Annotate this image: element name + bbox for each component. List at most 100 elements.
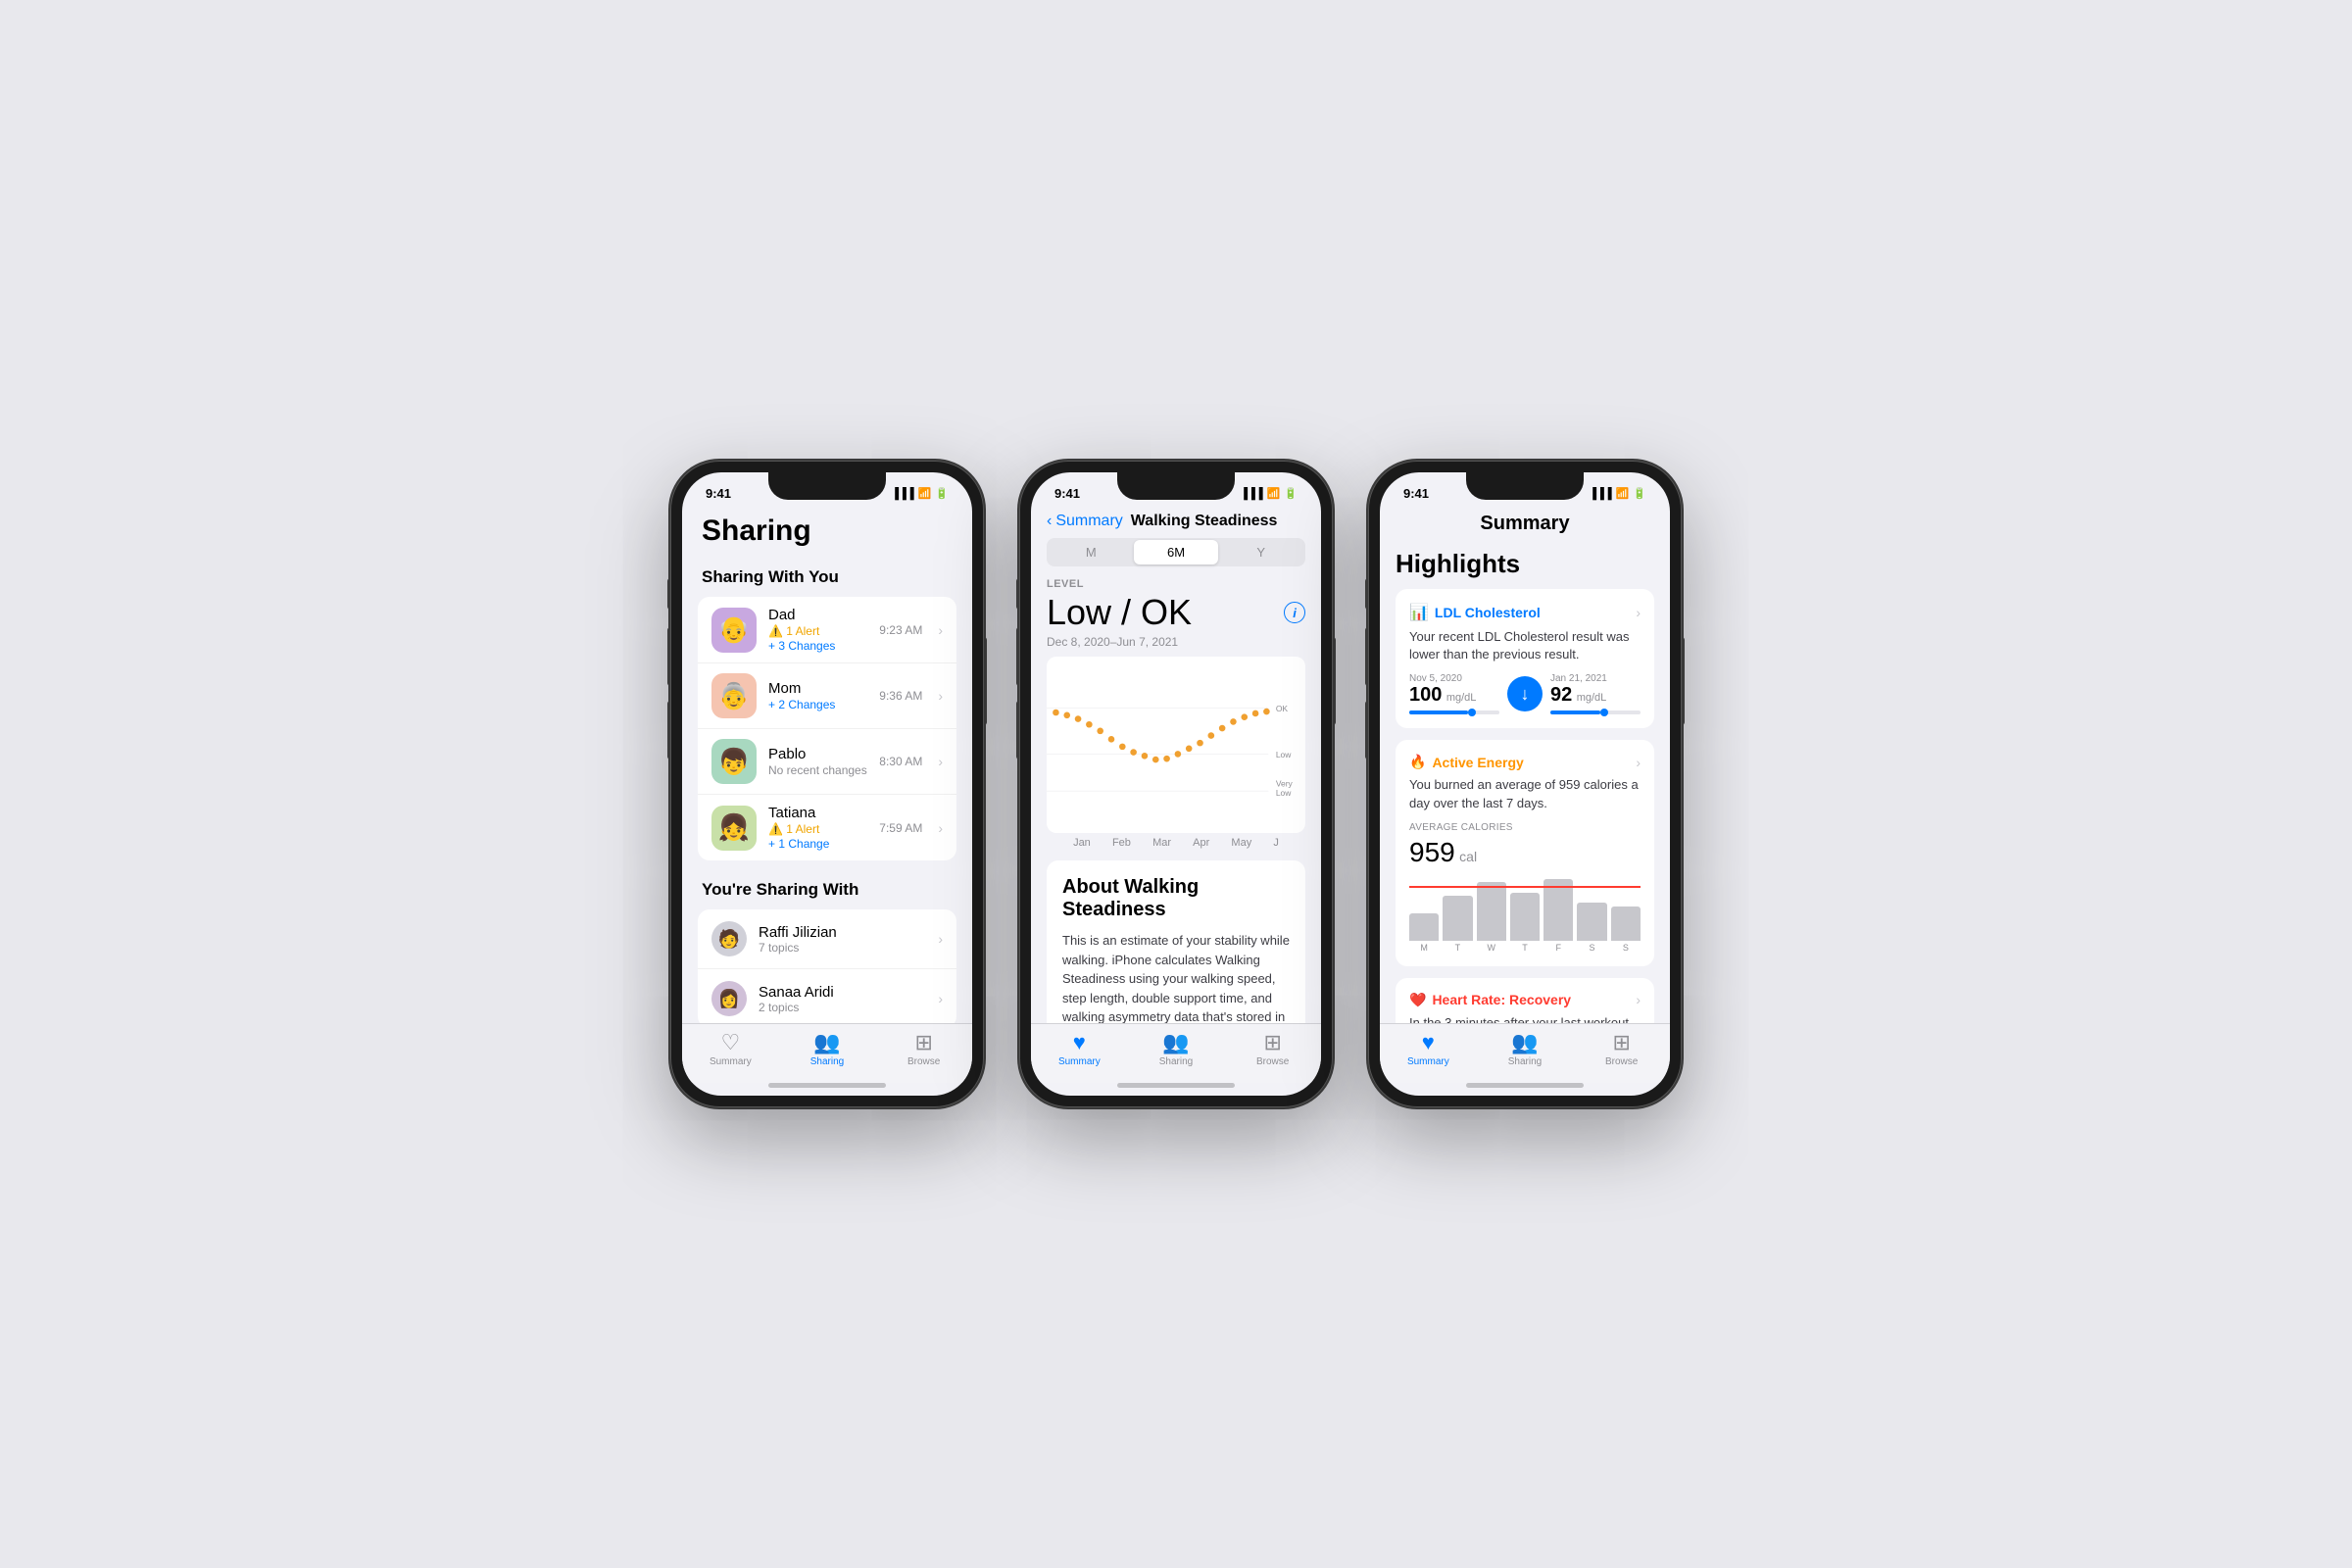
ldl-card[interactable]: 📊 LDL Cholesterol › Your recent LDL Chol…	[1396, 589, 1654, 728]
tab-sharing-phone1[interactable]: 👥 Sharing	[779, 1032, 876, 1067]
tab-browse-phone1[interactable]: ⊞ Browse	[875, 1032, 972, 1067]
about-text: This is an estimate of your stability wh…	[1062, 931, 1290, 1023]
ldl-bar2	[1550, 710, 1641, 714]
sharing-raffi[interactable]: 🧑 Raffi Jilizian 7 topics ›	[698, 909, 956, 969]
time-btn-y[interactable]: Y	[1218, 540, 1303, 564]
signal-icon-3: ▐▐▐	[1589, 488, 1611, 500]
tab-bar-phone3: ♥ Summary 👥 Sharing ⊞ Browse	[1380, 1023, 1670, 1083]
ldl-date2: Jan 21, 2021	[1550, 673, 1641, 684]
ldl-unit2: mg/dL	[1577, 692, 1607, 704]
day-t2: T	[1510, 943, 1540, 953]
changes-badge-mom: + 2 Changes	[768, 698, 835, 711]
day-f: F	[1544, 943, 1573, 953]
back-label[interactable]: Summary	[1055, 513, 1122, 530]
home-indicator-phone2	[1117, 1083, 1235, 1088]
ldl-icon: 📊	[1409, 603, 1429, 622]
tab-browse-icon-phone2: ⊞	[1263, 1032, 1281, 1054]
calorie-unit: cal	[1459, 849, 1477, 864]
tab-summary-phone1[interactable]: ♡ Summary	[682, 1032, 779, 1067]
volume-up-btn	[667, 627, 670, 686]
average-line	[1409, 886, 1641, 888]
contact-changes-mom: + 2 Changes	[768, 698, 867, 711]
ws-page-title: Walking Steadiness	[1131, 513, 1278, 530]
contact-info-mom: Mom + 2 Changes	[768, 680, 867, 711]
active-energy-name-text: Active Energy	[1432, 755, 1523, 770]
tab-sharing-phone3[interactable]: 👥 Sharing	[1477, 1032, 1574, 1067]
chevron-heart: ›	[1636, 992, 1641, 1007]
youre-sharing-with-list: 🧑 Raffi Jilizian 7 topics › 👩 Sanaa Arid…	[698, 909, 956, 1023]
time-btn-6m[interactable]: 6M	[1134, 540, 1219, 564]
info-icon[interactable]: i	[1284, 602, 1305, 623]
tab-browse-icon-phone1: ⊞	[914, 1032, 932, 1054]
contact-name-tatiana: Tatiana	[768, 805, 867, 821]
sharing-sanaa[interactable]: 👩 Sanaa Aridi 2 topics ›	[698, 969, 956, 1023]
day-s2: S	[1611, 943, 1641, 953]
silent-switch-3	[1365, 578, 1368, 610]
contact-name-pablo: Pablo	[768, 746, 867, 762]
active-energy-card[interactable]: 🔥 Active Energy › You burned an average …	[1396, 740, 1654, 965]
ldl-dot2	[1600, 709, 1608, 716]
contact-time-dad: 9:23 AM	[879, 623, 922, 637]
x-label-may: May	[1231, 837, 1251, 849]
time-btn-m[interactable]: M	[1049, 540, 1134, 564]
active-energy-icon: 🔥	[1409, 754, 1426, 770]
chevron-mom: ›	[938, 688, 943, 704]
tab-summary-phone3[interactable]: ♥ Summary	[1380, 1032, 1477, 1067]
tab-summary-phone2[interactable]: ♥ Summary	[1031, 1032, 1128, 1067]
avatar-tatiana: 👧	[711, 806, 757, 851]
ldl-bar1	[1409, 710, 1499, 714]
avatar-mom: 👵	[711, 673, 757, 718]
active-energy-desc: You burned an average of 959 calories a …	[1409, 776, 1641, 811]
phone-3-screen: 9:41 ▐▐▐ 📶 🔋 Summary Highlights 📊	[1380, 472, 1670, 1096]
phone-2-content: ‹ Summary Walking Steadiness M 6M Y LEVE…	[1031, 505, 1321, 1096]
tab-browse-phone3[interactable]: ⊞ Browse	[1573, 1032, 1670, 1067]
bar-s2	[1611, 906, 1641, 941]
ws-scroll[interactable]: M 6M Y LEVEL Low / OK i Dec 8, 2020–Jun …	[1031, 538, 1321, 1023]
phone-2: 9:41 ▐▐▐ 📶 🔋 ‹ Summary Walking Steadines…	[1019, 461, 1333, 1107]
contact-mom[interactable]: 👵 Mom + 2 Changes 9:36 AM ›	[698, 663, 956, 729]
phone-1: 9:41 ▐▐▐ 📶 🔋 Sharing Sharing With You 👴	[670, 461, 984, 1107]
battery-icon-3: 🔋	[1633, 487, 1646, 500]
contact-pablo[interactable]: 👦 Pablo No recent changes 8:30 AM ›	[698, 729, 956, 795]
heart-rate-header: ❤️ Heart Rate: Recovery ›	[1409, 992, 1641, 1008]
tab-browse-phone2[interactable]: ⊞ Browse	[1224, 1032, 1321, 1067]
phone-3-content: Summary Highlights 📊 LDL Cholesterol › Y…	[1380, 505, 1670, 1096]
battery-icon-2: 🔋	[1284, 487, 1298, 500]
sharing-scroll[interactable]: Sharing Sharing With You 👴 Dad ⚠️ 1 Aler…	[682, 505, 972, 1023]
signal-icon-2: ▐▐▐	[1240, 488, 1262, 500]
contact-tatiana[interactable]: 👧 Tatiana ⚠️ 1 Alert + 1 Change 7:5	[698, 795, 956, 860]
tab-sharing-phone2[interactable]: 👥 Sharing	[1128, 1032, 1225, 1067]
contact-time-pablo: 8:30 AM	[879, 755, 922, 768]
name-sanaa: Sanaa Aridi	[759, 984, 922, 1001]
contact-name-dad: Dad	[768, 607, 867, 623]
day-w: W	[1477, 943, 1506, 953]
tab-summary-icon-phone1: ♡	[720, 1032, 740, 1054]
x-label-jan: Jan	[1073, 837, 1091, 849]
calorie-value: 959	[1409, 837, 1455, 867]
about-section: About Walking Steadiness This is an esti…	[1047, 860, 1305, 1023]
tab-summary-label-phone1: Summary	[710, 1056, 752, 1067]
active-energy-name: 🔥 Active Energy	[1409, 754, 1524, 770]
highlights-title: Highlights	[1380, 545, 1670, 589]
ldl-after: Jan 21, 2021 92 mg/dL	[1550, 673, 1641, 714]
ldl-unit1: mg/dL	[1446, 692, 1477, 704]
battery-icon: 🔋	[935, 487, 949, 500]
name-raffi: Raffi Jilizian	[759, 924, 922, 941]
avatar-pablo: 👦	[711, 739, 757, 784]
heart-rate-card[interactable]: ❤️ Heart Rate: Recovery › In the 3 minut…	[1396, 978, 1654, 1023]
signal-icon: ▐▐▐	[891, 488, 913, 500]
contact-alert-tatiana: ⚠️ 1 Alert	[768, 822, 867, 836]
contact-dad[interactable]: 👴 Dad ⚠️ 1 Alert + 3 Changes 9:23 A	[698, 597, 956, 663]
volume-down-btn-3	[1365, 701, 1368, 760]
tab-summary-label-phone2: Summary	[1058, 1056, 1101, 1067]
contact-alert-dad: ⚠️ 1 Alert	[768, 624, 867, 638]
summary-scroll[interactable]: Highlights 📊 LDL Cholesterol › Your rece…	[1380, 545, 1670, 1023]
ldl-dot1	[1468, 709, 1476, 716]
topics-sanaa: 2 topics	[759, 1001, 922, 1014]
chevron-raffi: ›	[938, 931, 943, 947]
back-arrow[interactable]: ‹	[1047, 513, 1052, 530]
level-label: LEVEL	[1031, 578, 1321, 592]
ws-header: ‹ Summary Walking Steadiness	[1031, 505, 1321, 538]
avatar-raffi: 🧑	[711, 921, 747, 956]
phone-3: 9:41 ▐▐▐ 📶 🔋 Summary Highlights 📊	[1368, 461, 1682, 1107]
